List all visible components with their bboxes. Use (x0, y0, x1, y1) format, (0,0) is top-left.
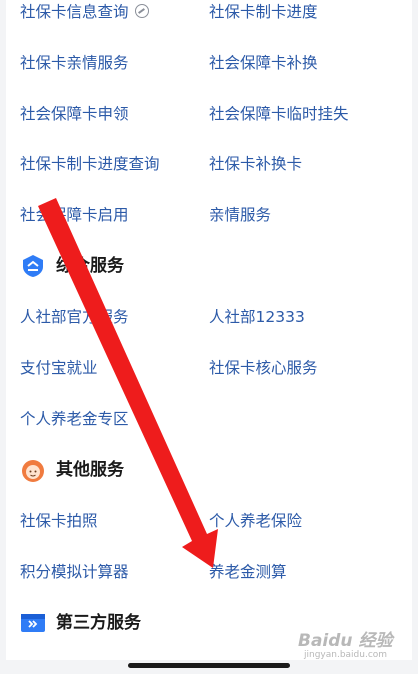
service-link[interactable]: 社会保障卡启用 (20, 193, 129, 237)
services-card: 社保卡信息查询 社保卡制卡进度 社保卡亲情服务 社会保障卡补换 社会保障卡申领 … (6, 0, 412, 660)
service-row: 社保卡制卡进度查询 社保卡补换卡 (6, 142, 412, 186)
section-header-third-party: 第三方服务 (6, 600, 412, 646)
service-link[interactable]: 社保卡补换卡 (209, 142, 302, 186)
avatar-icon (22, 460, 44, 482)
service-link[interactable]: 人社部官方服务 (20, 295, 129, 339)
service-link[interactable]: 社会保障卡临时挂失 (209, 92, 349, 136)
service-link[interactable]: 积分模拟计算器 (20, 550, 129, 594)
service-row: 社保卡拍照 个人养老保险 (6, 499, 412, 543)
service-row: 人社部官方服务 人社部12333 (6, 295, 412, 339)
shield-icon (23, 255, 43, 277)
service-link[interactable]: 亲情服务 (209, 193, 271, 237)
service-row: 社保卡信息查询 社保卡制卡进度 (6, 0, 412, 34)
pension-calculator-link[interactable]: 养老金测算 (209, 550, 287, 594)
service-row: 社会保障卡启用 亲情服务 (6, 193, 412, 237)
service-row: 社会保障卡申领 社会保障卡临时挂失 (6, 92, 412, 136)
service-link[interactable]: 社会保障卡申领 (20, 92, 129, 136)
service-link[interactable]: 社保卡信息查询 (20, 0, 149, 34)
service-row: 支付宝就业 社保卡核心服务 (6, 346, 412, 390)
service-link[interactable]: 社会保障卡补换 (209, 41, 318, 85)
service-link[interactable]: 社保卡制卡进度查询 (20, 142, 160, 186)
service-row: 个人养老金专区 (6, 397, 412, 441)
section-title: 第三方服务 (56, 613, 141, 633)
service-link[interactable]: 人社部12333 (209, 295, 305, 339)
section-title: 其他服务 (56, 460, 124, 480)
service-link[interactable]: 社保卡亲情服务 (20, 41, 129, 85)
verified-icon (134, 3, 149, 18)
service-link[interactable]: 社保卡制卡进度 (209, 0, 318, 34)
service-row: 积分模拟计算器 养老金测算 (6, 550, 412, 594)
card-icon (21, 614, 45, 632)
service-link[interactable]: 社保卡核心服务 (209, 346, 318, 390)
section-header-other: 其他服务 (6, 447, 412, 493)
service-link[interactable]: 个人养老金专区 (20, 397, 129, 441)
section-title: 综合服务 (56, 256, 124, 276)
home-indicator[interactable] (128, 663, 290, 668)
service-row: 社保卡亲情服务 社会保障卡补换 (6, 41, 412, 85)
service-link[interactable]: 社保卡拍照 (20, 499, 98, 543)
service-link[interactable]: 个人养老保险 (209, 499, 302, 543)
service-link[interactable]: 支付宝就业 (20, 346, 98, 390)
section-header-comprehensive: 综合服务 (6, 243, 412, 289)
